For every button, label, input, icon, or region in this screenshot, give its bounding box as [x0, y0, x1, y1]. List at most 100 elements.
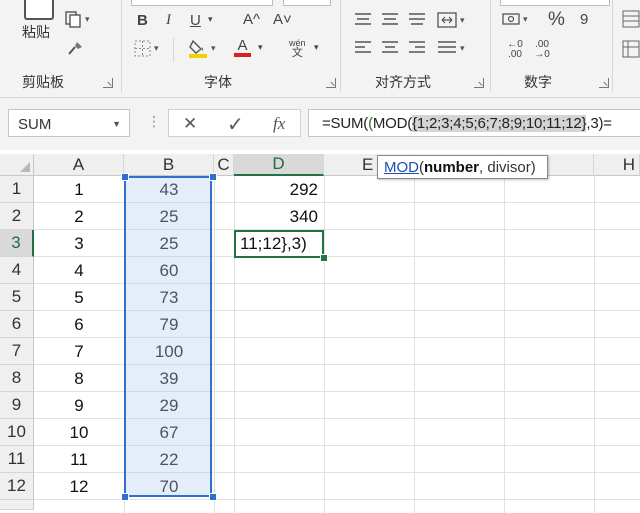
row-header-4[interactable]: 4: [0, 257, 34, 284]
formula-prefix: =SUM(: [322, 115, 369, 132]
cell-a10[interactable]: 10: [34, 419, 124, 446]
cell-a1[interactable]: 1: [34, 176, 124, 203]
number-format-combo[interactable]: [500, 0, 610, 6]
formula-bar: SUM ▼ ⋮ ✕ ✓ fx =SUM((MOD({1;2;3;4;5;6;7;…: [0, 98, 640, 150]
row-header-1[interactable]: 1: [0, 176, 34, 203]
orientation-icon[interactable]: ▾: [437, 40, 465, 56]
bold-button[interactable]: B: [137, 12, 148, 29]
number-launcher-icon[interactable]: [599, 78, 609, 88]
align-left-icon[interactable]: [354, 40, 372, 56]
grow-font-button[interactable]: A^: [243, 11, 260, 28]
row-header-10[interactable]: 10: [0, 419, 34, 446]
row-header-11[interactable]: 11: [0, 446, 34, 473]
row-header-9[interactable]: 9: [0, 392, 34, 419]
row-header-8[interactable]: 8: [0, 365, 34, 392]
name-box[interactable]: SUM ▼: [8, 109, 130, 137]
shrink-font-button[interactable]: A˅: [273, 11, 292, 28]
italic-button[interactable]: I: [166, 12, 171, 29]
phonetic-guide-button[interactable]: wén 文: [289, 38, 306, 59]
column-header-b[interactable]: B: [124, 154, 214, 176]
gridline: [414, 176, 415, 513]
underline-button[interactable]: U: [190, 12, 201, 29]
fill-color-icon[interactable]: ▾: [188, 38, 216, 58]
merge-center-icon[interactable]: ▾: [437, 12, 465, 28]
column-header-d[interactable]: D: [234, 154, 324, 176]
underline-dropdown-icon[interactable]: ▾: [208, 14, 213, 25]
align-middle-icon[interactable]: [381, 12, 399, 28]
percent-button[interactable]: %: [548, 9, 565, 31]
cell-a6[interactable]: 6: [34, 311, 124, 338]
gridline: [504, 176, 505, 513]
align-bottom-icon[interactable]: [408, 12, 426, 28]
resize-handle-icon[interactable]: ⋮: [147, 113, 161, 130]
worksheet-grid[interactable]: A B C D E H 1 1 43 292 2 2 25 340 3 3 25 4 4 60 5 5 73 6 6…: [0, 150, 640, 513]
font-name-combo[interactable]: [131, 0, 273, 6]
alignment-launcher-icon[interactable]: [474, 78, 484, 88]
tooltip-function-link[interactable]: MOD: [384, 159, 419, 176]
cell-a5[interactable]: 5: [34, 284, 124, 311]
font-size-combo[interactable]: [283, 0, 331, 6]
function-tooltip: MOD(number, divisor): [377, 155, 548, 179]
cancel-entry-button[interactable]: ✕: [183, 114, 197, 134]
cell-a7[interactable]: 7: [34, 338, 124, 365]
paste-icon[interactable]: [24, 0, 54, 20]
font-color-button[interactable]: A: [234, 38, 251, 57]
row-header-7[interactable]: 7: [0, 338, 34, 365]
selected-range-b1-b12[interactable]: [124, 176, 212, 497]
active-cell-d3[interactable]: 11;12},3): [234, 230, 324, 258]
conditional-format-icon[interactable]: [622, 10, 640, 28]
row-header-13[interactable]: [0, 500, 34, 510]
align-right-icon[interactable]: [408, 40, 426, 56]
formula-text: =SUM((MOD({1;2;3;4;5;6;7;8;9;10;11;12},3…: [322, 115, 612, 132]
confirm-entry-button[interactable]: ✓: [227, 112, 244, 137]
column-header-h[interactable]: H: [594, 154, 640, 176]
paste-button-label[interactable]: 粘贴: [22, 22, 50, 42]
font-color-letter: A: [237, 37, 248, 54]
row-header-3[interactable]: 3: [0, 230, 34, 257]
range-handle-icon[interactable]: [209, 493, 217, 501]
name-box-dropdown-icon[interactable]: ▼: [112, 119, 121, 129]
cell-a9[interactable]: 9: [34, 392, 124, 419]
cell-a3[interactable]: 3: [34, 230, 124, 257]
increase-decimal-button[interactable]: ←0 .00: [503, 40, 527, 60]
gridline: [214, 176, 215, 513]
align-top-icon[interactable]: [354, 12, 372, 28]
insert-function-button[interactable]: fx: [273, 114, 285, 134]
row-header-6[interactable]: 6: [0, 311, 34, 338]
cell-a12[interactable]: 12: [34, 473, 124, 500]
cell-d2[interactable]: 340: [234, 203, 324, 230]
clipboard-launcher-icon[interactable]: [103, 78, 113, 88]
range-handle-icon[interactable]: [209, 173, 217, 181]
cell-a4[interactable]: 4: [34, 257, 124, 284]
ribbon-separator: [121, 0, 122, 92]
comma-style-button[interactable]: 9: [580, 11, 588, 28]
copy-icon[interactable]: ▾: [64, 10, 90, 28]
column-header-c[interactable]: C: [214, 154, 234, 176]
select-all-button[interactable]: [0, 154, 34, 176]
phonetic-dropdown-icon[interactable]: ▾: [314, 42, 319, 53]
format-painter-icon[interactable]: [66, 40, 84, 58]
ribbon-separator: [612, 0, 613, 92]
ribbon-separator: [490, 0, 491, 92]
currency-icon[interactable]: ▾: [502, 11, 528, 27]
cell-a2[interactable]: 2: [34, 203, 124, 230]
font-launcher-icon[interactable]: [326, 78, 336, 88]
cell-a11[interactable]: 11: [34, 446, 124, 473]
decrease-decimal-button[interactable]: .00 →0: [530, 40, 554, 60]
align-center-icon[interactable]: [381, 40, 399, 56]
fill-handle-icon[interactable]: [320, 254, 328, 262]
tooltip-current-arg: number: [424, 158, 480, 176]
font-color-dropdown-icon[interactable]: ▾: [258, 42, 263, 53]
cell-a8[interactable]: 8: [34, 365, 124, 392]
formula-input[interactable]: =SUM((MOD({1;2;3;4;5;6;7;8;9;10;11;12},3…: [308, 109, 640, 137]
row-header-2[interactable]: 2: [0, 203, 34, 230]
cell-d1[interactable]: 292: [234, 176, 324, 203]
borders-icon[interactable]: ▾: [134, 40, 159, 57]
range-handle-icon[interactable]: [121, 173, 129, 181]
row-header-5[interactable]: 5: [0, 284, 34, 311]
ribbon: 粘贴 ▾ 剪贴板 B I U ▾ A^ A˅ ▾ ▾ A ▾ wén 文 ▾ 字…: [0, 0, 640, 98]
column-header-a[interactable]: A: [34, 154, 124, 176]
table-format-icon[interactable]: [622, 40, 640, 58]
row-header-12[interactable]: 12: [0, 473, 34, 500]
range-handle-icon[interactable]: [121, 493, 129, 501]
